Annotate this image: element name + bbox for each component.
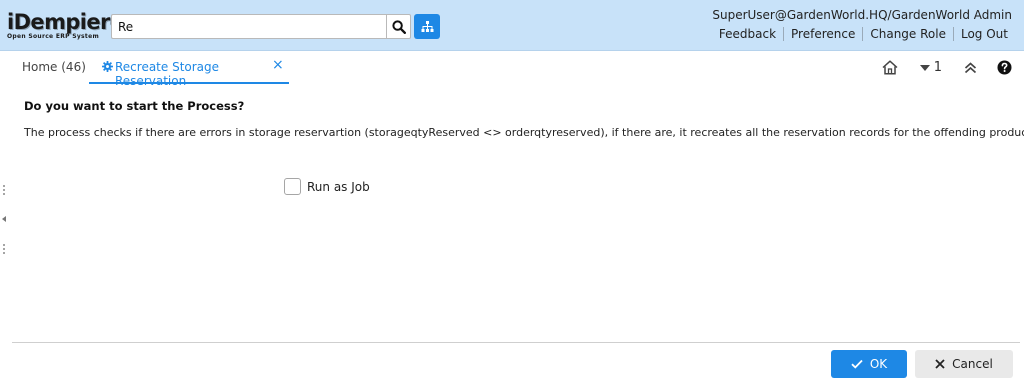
run-as-job-row: Run as Job [284,178,370,195]
process-dialog-content: Do you want to start the Process? The pr… [24,99,1024,139]
app-header: iDempiere Open Source ERP System SuperUs… [0,0,1024,51]
cancel-button-label: Cancel [952,357,993,371]
run-as-job-label[interactable]: Run as Job [307,180,370,194]
idempiere-logo[interactable]: iDempiere Open Source ERP System [7,10,124,40]
sitemap-icon [421,20,433,32]
header-links: Feedback Preference Change Role Log Out [712,27,1015,41]
ok-button-label: OK [869,357,888,371]
drag-handle-icon [3,244,6,256]
feedback-link[interactable]: Feedback [712,27,783,41]
ok-button[interactable]: OK [831,350,907,378]
close-tab-icon[interactable]: × [272,57,284,73]
caret-down-icon [919,64,930,71]
tab-home[interactable]: Home (46) [22,60,86,74]
tab-recreate-storage-reservation[interactable]: Recreate Storage Reservation × [89,52,289,88]
home-button[interactable] [882,60,898,75]
collapse-header-button[interactable] [964,61,977,74]
help-icon [997,60,1012,75]
preference-link[interactable]: Preference [784,27,862,41]
search-icon [391,19,406,34]
window-count: 1 [933,60,942,75]
user-context-label[interactable]: SuperUser@GardenWorld.HQ/GardenWorld Adm… [712,8,1012,22]
help-button[interactable] [997,60,1012,75]
search-button[interactable] [386,14,411,39]
close-icon [935,359,945,369]
double-chevron-up-icon [964,61,977,73]
logo-text: iDempiere [7,10,124,34]
drag-handle-icon [3,185,6,197]
check-icon [851,359,863,369]
tab-label: Recreate Storage Reservation [115,60,220,88]
window-list-dropdown[interactable]: 1 [919,60,942,75]
home-icon [882,60,898,75]
window-tabbar: Home (46) Recreate Storage Reservation × [12,52,1020,88]
window-toolbar: 1 [882,60,1012,75]
west-panel-splitter[interactable] [2,185,8,255]
change-role-link[interactable]: Change Role [863,27,953,41]
menu-tree-button[interactable] [414,14,440,39]
global-search-input[interactable] [111,14,386,39]
run-as-job-checkbox[interactable] [284,178,301,195]
process-description: The process checks if there are errors i… [24,126,1024,139]
process-question: Do you want to start the Process? [24,99,245,113]
log-out-link[interactable]: Log Out [954,27,1015,41]
footer-divider [12,342,1020,343]
collapse-left-icon[interactable] [2,216,6,222]
logo-subtext: Open Source ERP System [7,33,100,40]
cancel-button[interactable]: Cancel [915,350,1013,378]
gear-icon [102,61,113,72]
